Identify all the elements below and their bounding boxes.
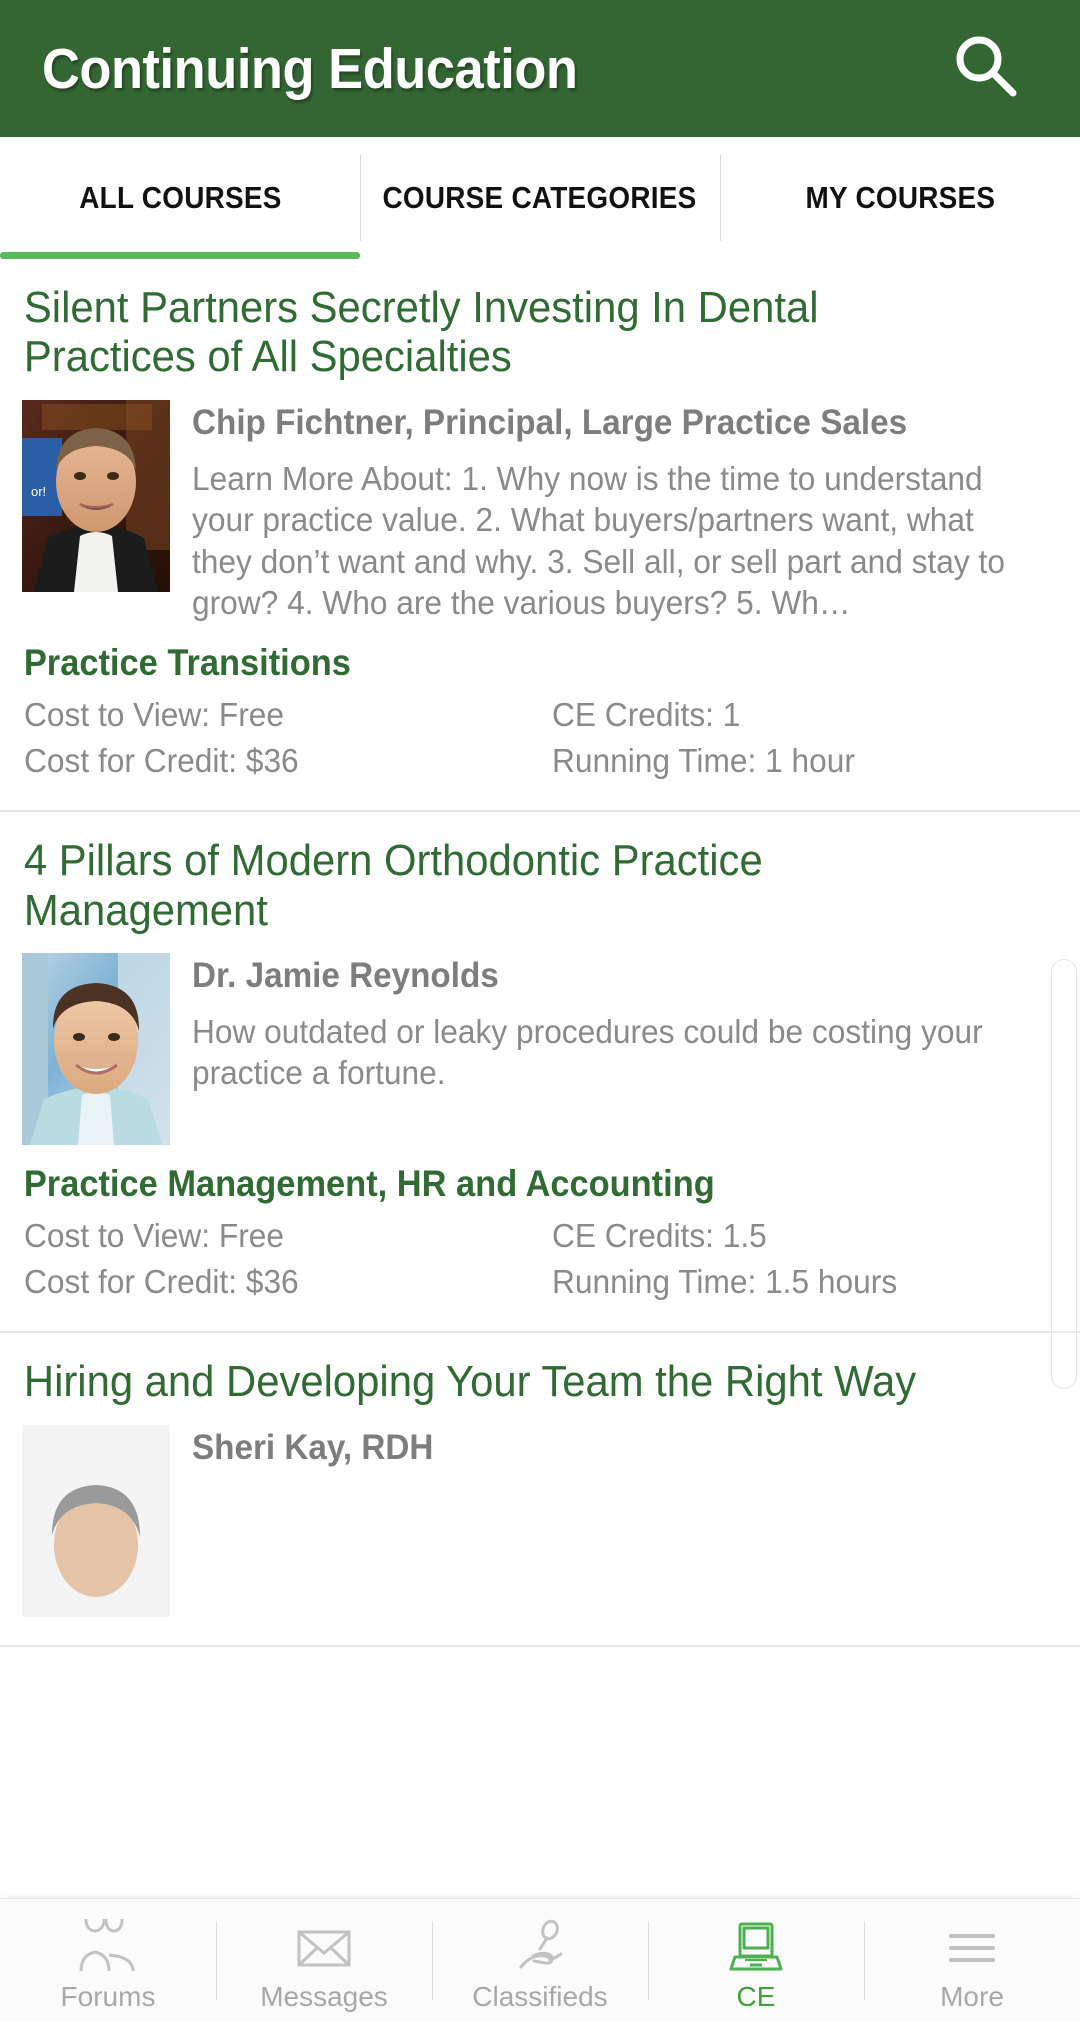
course-card[interactable]: Hiring and Developing Your Team the Righ… xyxy=(0,1333,1080,1647)
nav-item-forums[interactable]: Forums xyxy=(0,1899,216,2022)
course-title: 4 Pillars of Modern Orthodontic Practice… xyxy=(23,836,763,935)
tab-my-courses-label: MY COURSES xyxy=(805,180,995,216)
nav-label-ce: CE xyxy=(736,1980,776,2012)
app-header: Continuing Education xyxy=(0,0,1080,137)
search-button[interactable] xyxy=(940,23,1032,115)
svg-text:or!: or! xyxy=(31,484,46,499)
course-speaker: Dr. Jamie Reynolds xyxy=(192,955,499,995)
nav-item-more[interactable]: More xyxy=(864,1899,1080,2022)
scrollbar-thumb[interactable] xyxy=(1051,959,1077,1389)
cost-for-credit: Cost for Credit: $36 xyxy=(24,742,299,780)
bottom-navigation-bar: Forums Messages Classifieds CE More xyxy=(0,1898,1080,2022)
speaker-thumbnail xyxy=(22,952,170,1145)
course-body: Dr. Jamie Reynolds How outdated or leaky… xyxy=(22,952,1040,1145)
nav-label-forums: Forums xyxy=(60,1980,156,2012)
tab-all-courses[interactable]: ALL COURSES xyxy=(0,137,360,259)
nav-item-classifieds[interactable]: Classifieds xyxy=(432,1899,648,2022)
running-time: Running Time: 1 hour xyxy=(552,742,856,780)
ce-credits: CE Credits: 1 xyxy=(552,695,741,733)
hamburger-icon xyxy=(937,1917,1007,1979)
page-title: Continuing Education xyxy=(42,36,578,101)
envelope-icon xyxy=(289,1917,359,1979)
course-text-block: Dr. Jamie Reynolds How outdated or leaky… xyxy=(192,953,1040,1094)
hand-money-icon xyxy=(505,1917,575,1979)
nav-label-classifieds: Classifieds xyxy=(472,1980,608,2012)
tab-course-categories[interactable]: COURSE CATEGORIES xyxy=(360,137,720,259)
course-body: Sheri Kay, RDH xyxy=(22,1424,1040,1617)
cost-for-credit: Cost for Credit: $36 xyxy=(24,1263,299,1301)
course-card[interactable]: Silent Partners Secretly Investing In De… xyxy=(0,259,1080,813)
course-list[interactable]: Silent Partners Secretly Investing In De… xyxy=(0,259,1080,1899)
nav-item-ce[interactable]: CE xyxy=(648,1899,864,2022)
tab-my-courses[interactable]: MY COURSES xyxy=(720,137,1080,259)
tab-bar: ALL COURSES COURSE CATEGORIES MY COURSES xyxy=(0,137,1080,259)
nav-item-messages[interactable]: Messages xyxy=(216,1899,432,2022)
course-meta: Cost to View: Free CE Credits: 1.5 Cost … xyxy=(22,1215,1040,1303)
cost-to-view: Cost to View: Free xyxy=(24,695,285,733)
course-text-block: Sheri Kay, RDH xyxy=(192,1425,1040,1483)
tab-course-categories-label: COURSE CATEGORIES xyxy=(382,180,698,216)
course-description: How outdated or leaky procedures could b… xyxy=(192,1012,983,1092)
course-title: Hiring and Developing Your Team the Righ… xyxy=(23,1357,917,1407)
laptop-icon xyxy=(721,1917,791,1979)
search-icon xyxy=(949,29,1023,108)
course-category[interactable]: Practice Transitions xyxy=(22,642,969,684)
nav-label-more: More xyxy=(940,1980,1004,2012)
course-text-block: Chip Fichtner, Principal, Large Practice… xyxy=(192,400,1040,624)
cost-to-view: Cost to View: Free xyxy=(24,1216,285,1254)
course-meta: Cost to View: Free CE Credits: 1 Cost fo… xyxy=(22,694,1040,782)
course-description: Learn More About: 1. Why now is the time… xyxy=(192,459,1005,622)
course-title: Silent Partners Secretly Investing In De… xyxy=(23,283,819,382)
course-card[interactable]: 4 Pillars of Modern Orthodontic Practice… xyxy=(0,812,1080,1334)
speaker-thumbnail xyxy=(22,1424,170,1617)
course-body: or! Chip Fichtner, Principal, Large Prac… xyxy=(22,399,1040,624)
course-speaker: Sheri Kay, RDH xyxy=(192,1427,434,1467)
running-time: Running Time: 1.5 hours xyxy=(552,1263,898,1301)
course-category[interactable]: Practice Management, HR and Accounting xyxy=(22,1163,969,1205)
tab-all-courses-label: ALL COURSES xyxy=(78,180,282,216)
people-icon xyxy=(73,1917,143,1979)
speaker-thumbnail: or! xyxy=(22,399,170,592)
course-speaker: Chip Fichtner, Principal, Large Practice… xyxy=(192,402,908,442)
nav-label-messages: Messages xyxy=(260,1980,388,2012)
ce-credits: CE Credits: 1.5 xyxy=(552,1216,768,1254)
